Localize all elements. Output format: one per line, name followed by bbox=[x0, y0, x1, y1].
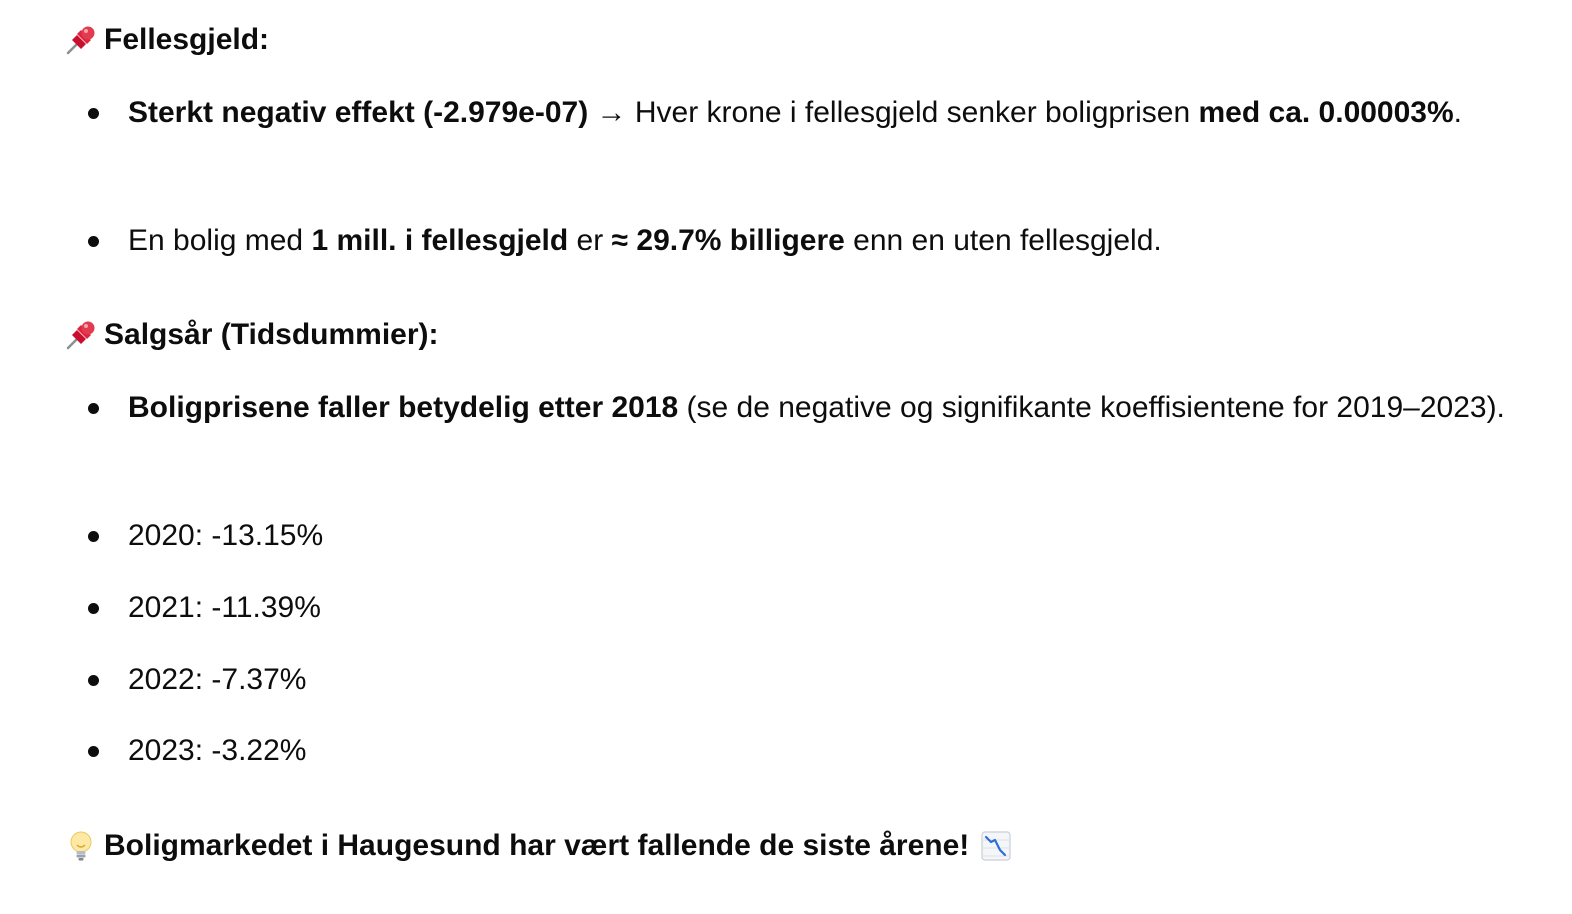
plain-text: (se de negative og signifikante koeffisi… bbox=[678, 391, 1505, 424]
list-item-text: 2023: -3.22% bbox=[128, 734, 307, 767]
list-item: 2021: -11.39% bbox=[88, 580, 1548, 636]
bullet-icon bbox=[88, 236, 99, 247]
list-item-text: 2022: -7.37% bbox=[128, 663, 307, 696]
list-item-text: Boligprisene faller betydelig etter 2018… bbox=[128, 380, 1548, 436]
plain-text: enn en uten fellesgjeld. bbox=[844, 224, 1162, 257]
bullet-icon bbox=[88, 108, 99, 119]
bullet-icon bbox=[88, 746, 99, 757]
bold-text: med ca. 0.00003% bbox=[1198, 96, 1454, 129]
list-item: 2023: -3.22% bbox=[88, 723, 1548, 779]
bullet-icon bbox=[88, 675, 99, 686]
plain-text: er bbox=[568, 224, 612, 257]
list-item: Sterkt negativ effekt (-2.979e-07) → Hve… bbox=[88, 85, 1548, 141]
plain-text: . bbox=[1453, 96, 1463, 129]
lightbulb-icon bbox=[64, 829, 98, 863]
chart-decreasing-icon bbox=[979, 829, 1013, 863]
bullet-icon bbox=[88, 531, 99, 542]
section-heading-label: Salgsår (Tidsdummier): bbox=[104, 318, 439, 351]
pushpin-icon bbox=[64, 23, 98, 57]
list-item: 2020: -13.15% bbox=[88, 508, 1548, 564]
bold-text: ≈ 29.7% billigere bbox=[611, 224, 845, 257]
plain-text: → Hver krone i fellesgjeld senker boligp… bbox=[588, 96, 1199, 129]
list-item: 2022: -7.37% bbox=[88, 652, 1548, 708]
section-heading-label: Fellesgjeld: bbox=[104, 23, 270, 56]
list-item-text: En bolig med 1 mill. i fellesgjeld er ≈ … bbox=[128, 213, 1548, 269]
plain-text: En bolig med bbox=[128, 224, 312, 257]
bold-text: 1 mill. i fellesgjeld bbox=[311, 224, 569, 257]
list-item-text: Sterkt negativ effekt (-2.979e-07) → Hve… bbox=[128, 85, 1548, 141]
bold-text: Sterkt negativ effekt (-2.979e-07) bbox=[128, 96, 589, 129]
section-heading-fellesgjeld: Fellesgjeld: bbox=[64, 20, 269, 60]
section-heading-salgsar: Salgsår (Tidsdummier): bbox=[64, 315, 439, 355]
conclusion-line: Boligmarkedet i Haugesund har vært falle… bbox=[64, 826, 1013, 866]
list-item-text: 2020: -13.15% bbox=[128, 519, 324, 552]
bullet-icon bbox=[88, 403, 99, 414]
pushpin-icon bbox=[64, 318, 98, 352]
conclusion-text: Boligmarkedet i Haugesund har vært falle… bbox=[104, 829, 970, 862]
bold-text: Boligprisene faller betydelig etter 2018 bbox=[128, 391, 679, 424]
bullet-icon bbox=[88, 603, 99, 614]
list-item: Boligprisene faller betydelig etter 2018… bbox=[88, 380, 1548, 436]
list-item-text: 2021: -11.39% bbox=[128, 591, 321, 624]
list-item: En bolig med 1 mill. i fellesgjeld er ≈ … bbox=[88, 213, 1548, 269]
